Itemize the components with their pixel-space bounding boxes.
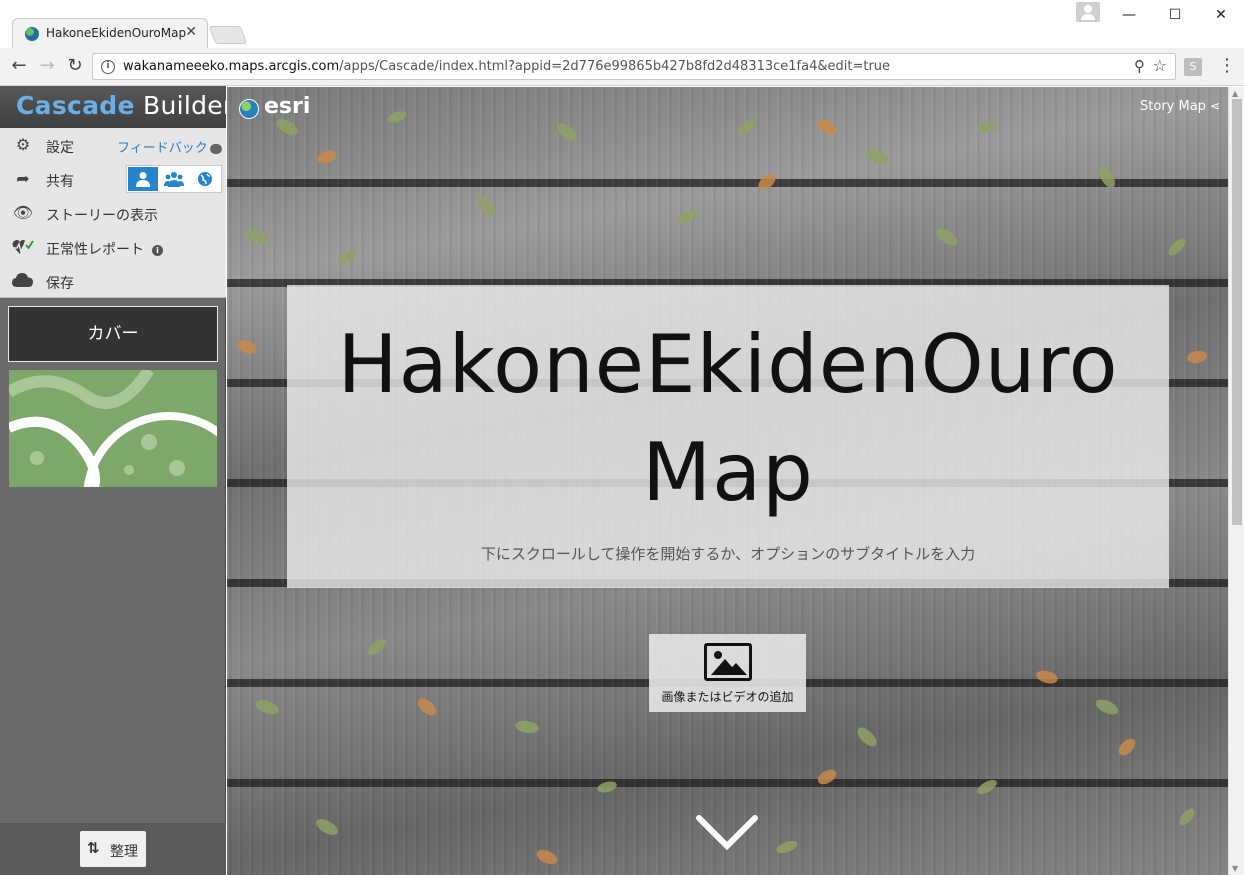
- bookmark-star-icon[interactable]: ☆: [1153, 56, 1167, 75]
- builder-menu: ⚙ 設定 フィードバック ➦ 共有 👁 ストーリーの表示 正常性レポート i 保…: [0, 128, 226, 298]
- add-media-button[interactable]: 画像またはビデオの追加: [649, 634, 806, 712]
- story-subtitle[interactable]: 下にスクロールして操作を開始するか、オプションのサブタイトルを入力: [287, 543, 1169, 564]
- feedback-link[interactable]: フィードバック: [117, 137, 222, 156]
- tab-title: HakoneEkidenOuroMap: [46, 26, 187, 40]
- menu-item-view-story[interactable]: 👁 ストーリーの表示: [0, 196, 226, 230]
- cover-title-panel: HakoneEkidenOuro Map 下にスクロールして操作を開始するか、オ…: [287, 285, 1169, 588]
- info-icon[interactable]: i: [152, 244, 163, 256]
- health-report-label: 正常性レポート i: [46, 239, 163, 259]
- eye-icon: 👁: [12, 203, 34, 222]
- story-title[interactable]: HakoneEkidenOuro Map: [287, 311, 1169, 527]
- new-tab-button[interactable]: [208, 26, 248, 44]
- menu-item-health-report[interactable]: 正常性レポート i: [0, 230, 226, 264]
- organize-bar: ⇅ 整理: [0, 823, 226, 875]
- section-cover-thumbnail[interactable]: [9, 370, 217, 487]
- back-icon[interactable]: ←: [8, 56, 30, 78]
- health-report-text: 正常性レポート: [46, 242, 144, 258]
- zoom-icon[interactable]: ⚲: [1134, 57, 1145, 75]
- profile-icon[interactable]: [1076, 2, 1100, 22]
- tab-favicon-icon: [25, 27, 39, 41]
- share-options: [126, 165, 222, 193]
- window-close-button[interactable]: ✕: [1198, 2, 1244, 28]
- image-icon: [704, 643, 752, 681]
- forward-icon[interactable]: →: [36, 56, 58, 78]
- esri-globe-icon: [239, 99, 259, 119]
- esri-label: esri: [264, 94, 311, 119]
- organize-button[interactable]: ⇅ 整理: [80, 831, 146, 867]
- heartbeat-check-icon: [12, 238, 34, 256]
- menu-item-settings[interactable]: ⚙ 設定 フィードバック: [0, 128, 226, 162]
- browser-tab[interactable]: HakoneEkidenOuroMap ✕: [12, 18, 208, 48]
- scroll-down-icon[interactable]: ▼: [1232, 864, 1238, 873]
- cascade-thumbnail-graphic: [9, 370, 217, 487]
- comment-bubble-icon: [209, 143, 222, 154]
- builder-sidebar: Cascade Builder ⚙ 設定 フィードバック ➦ 共有 👁 ストーリ…: [0, 86, 233, 875]
- browser-menu-icon[interactable]: ⋮: [1218, 56, 1236, 76]
- browser-titlebar: HakoneEkidenOuroMap ✕ — ☐ ✕: [0, 0, 1244, 48]
- share-public-globe-icon[interactable]: [190, 167, 220, 191]
- storymap-link[interactable]: Story Map ⋖: [1140, 99, 1220, 114]
- section-cover[interactable]: カバー: [8, 306, 218, 362]
- sort-arrows-icon: ⇅: [87, 839, 100, 857]
- section-cover-label: カバー: [87, 324, 139, 344]
- address-bar[interactable]: i wakanameeeko.maps.arcgis.com/apps/Casc…: [92, 53, 1176, 80]
- extension-icon[interactable]: S: [1184, 58, 1202, 76]
- story-canvas: esri Story Map ⋖ HakoneEkidenOuro Map 下にス…: [227, 87, 1228, 875]
- minimize-button[interactable]: —: [1106, 2, 1152, 28]
- site-info-icon[interactable]: i: [101, 60, 115, 74]
- browser-toolbar: ← → ↻ i wakanameeeko.maps.arcgis.com/app…: [0, 48, 1244, 86]
- share-organization-icon[interactable]: [159, 167, 189, 191]
- maximize-button[interactable]: ☐: [1152, 2, 1198, 28]
- organize-label: 整理: [110, 844, 138, 860]
- gear-icon: ⚙: [15, 135, 31, 154]
- share-private-icon[interactable]: [128, 167, 158, 191]
- brand-part1: Cascade: [16, 91, 135, 120]
- menu-item-save[interactable]: 保存: [0, 264, 226, 298]
- brand-part2: Builder: [143, 91, 234, 120]
- settings-label: 設定: [46, 140, 74, 156]
- reload-icon[interactable]: ↻: [64, 56, 86, 78]
- builder-brand: Cascade Builder: [0, 86, 233, 128]
- url-path: /apps/Cascade/index.html?appid=2d776e998…: [339, 59, 891, 74]
- add-media-label: 画像またはビデオの追加: [661, 690, 794, 704]
- storymap-label: Story Map: [1140, 99, 1206, 114]
- brand-title: Cascade Builder: [16, 91, 234, 120]
- url-text[interactable]: wakanameeeko.maps.arcgis.com/apps/Cascad…: [123, 59, 890, 74]
- view-story-label: ストーリーの表示: [46, 208, 158, 224]
- scroll-down-chevron-icon[interactable]: [695, 812, 759, 852]
- cloud-icon: [12, 272, 34, 290]
- tab-close-icon[interactable]: ✕: [185, 24, 197, 40]
- scroll-up-icon[interactable]: ▲: [1232, 89, 1238, 98]
- share-arrow-icon: ➦: [16, 169, 30, 188]
- menu-item-share: ➦ 共有: [0, 162, 226, 196]
- feedback-label: フィードバック: [117, 141, 208, 156]
- share-label: 共有: [46, 174, 74, 190]
- url-host: wakanameeeko.maps.arcgis.com: [123, 59, 340, 74]
- page-scrollbar[interactable]: ▲ ▼: [1228, 87, 1244, 875]
- save-label: 保存: [46, 276, 74, 292]
- share-nodes-icon: ⋖: [1209, 99, 1220, 113]
- scroll-thumb[interactable]: [1232, 99, 1242, 525]
